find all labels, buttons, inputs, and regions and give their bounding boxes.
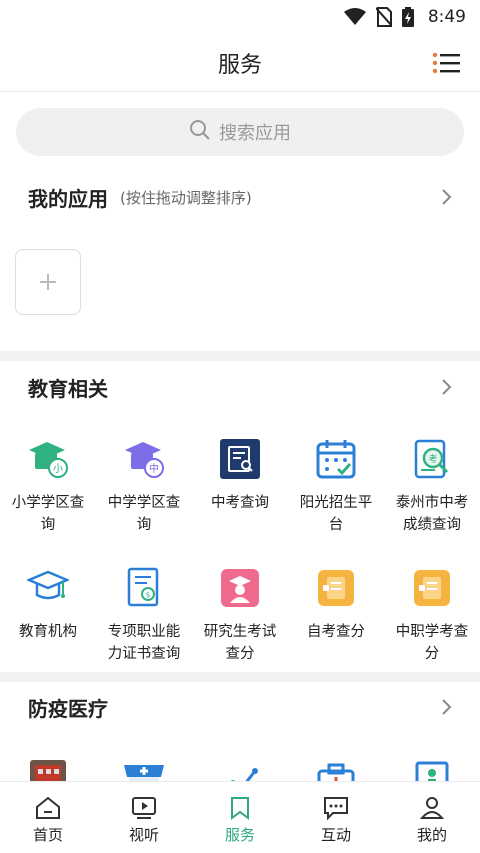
user-icon (419, 797, 445, 819)
chevron-right-icon (442, 379, 452, 395)
graduation-cap-icon (27, 567, 69, 609)
app-label: 小学学区查询 (11, 495, 85, 533)
school-district-primary-icon: 小 (27, 438, 69, 480)
status-bar: 8:49 (0, 0, 480, 34)
chevron-right-icon (442, 189, 452, 205)
app-sunshine-enroll[interactable]: 阳光招生平台 (288, 438, 384, 536)
video-icon (132, 797, 156, 819)
app-exam-query[interactable]: 中考查询 (192, 438, 288, 536)
svg-text:中: 中 (149, 462, 159, 475)
search-input[interactable]: 搜索应用 (16, 108, 464, 156)
svg-text:考: 考 (428, 454, 437, 465)
education-row-1: 小 小学学区查询 中 中学学区查询 中考查询 阳光招生平台 考 泰州市中考成绩查… (0, 438, 480, 536)
app-label: 中考查询 (211, 495, 269, 511)
bookmark-icon (231, 797, 249, 820)
home-icon (36, 796, 60, 819)
app-label: 自考查分 (307, 624, 365, 640)
tab-label: 首页 (32, 826, 63, 844)
app-label: 中学学区查询 (107, 495, 181, 533)
education-header[interactable]: 教育相关 (0, 367, 480, 407)
section-divider (0, 351, 480, 361)
app-vocational-exam-score[interactable]: 中职学考查分 (384, 567, 480, 665)
list-menu-icon (432, 52, 460, 74)
app-self-exam-score[interactable]: 自考查分 (288, 567, 384, 665)
chat-icon (324, 797, 348, 820)
tab-profile[interactable]: 我的 (384, 782, 480, 853)
epidemic-header[interactable]: 防疫医疗 (0, 687, 480, 727)
tab-video[interactable]: 视听 (96, 782, 192, 853)
my-apps-header[interactable]: 我的应用 (按住拖动调整排序) (0, 177, 480, 217)
app-label: 研究生考试查分 (203, 624, 277, 662)
app-label: 泰州市中考成绩查询 (395, 495, 469, 533)
clock: 8:49 (427, 7, 466, 27)
exam-query-icon (219, 438, 261, 480)
education-title: 教育相关 (28, 376, 108, 401)
education-row-2: 教育机构 $ 专项职业能力证书查询 研究生考试查分 自考查分 中职学考查分 (0, 567, 480, 665)
svg-text:小: 小 (53, 463, 63, 475)
page-title: 服务 (217, 52, 262, 78)
app-label: 教育机构 (19, 624, 77, 640)
tab-label: 我的 (416, 826, 447, 844)
my-apps-hint: (按住拖动调整排序) (120, 188, 252, 207)
score-query-icon: 考 (411, 438, 453, 480)
app-taizhou-score[interactable]: 考 泰州市中考成绩查询 (384, 438, 480, 536)
tab-interact[interactable]: 互动 (288, 782, 384, 853)
tab-label: 服务 (224, 826, 255, 844)
postgraduate-icon (219, 567, 261, 609)
chevron-right-icon (442, 699, 452, 715)
tab-label: 互动 (320, 826, 351, 844)
battery-charging-icon (401, 7, 414, 27)
app-vocational-certificate[interactable]: $ 专项职业能力证书查询 (96, 567, 192, 665)
app-primary-school-district[interactable]: 小 小学学区查询 (0, 438, 96, 536)
svg-text:$: $ (146, 591, 150, 599)
bottom-tab-bar: 首页 视听 服务 互动 我的 (0, 781, 480, 853)
no-sim-icon (375, 7, 392, 27)
section-divider (0, 672, 480, 682)
app-header: 服务 (0, 34, 480, 92)
my-apps-title: 我的应用 (28, 186, 108, 211)
vocational-exam-icon (411, 567, 453, 609)
app-label: 中职学考查分 (395, 624, 469, 662)
search-icon (189, 119, 211, 146)
app-label: 专项职业能力证书查询 (107, 624, 181, 662)
certificate-icon: $ (123, 567, 165, 609)
app-middle-school-district[interactable]: 中 中学学区查询 (96, 438, 192, 536)
tab-services[interactable]: 服务 (192, 782, 288, 853)
app-education-institution[interactable]: 教育机构 (0, 567, 96, 665)
tab-label: 视听 (128, 826, 159, 844)
search-placeholder: 搜索应用 (219, 123, 291, 144)
epidemic-title: 防疫医疗 (28, 696, 108, 721)
calendar-enroll-icon (315, 438, 357, 480)
tab-home[interactable]: 首页 (0, 782, 96, 853)
app-postgraduate-score[interactable]: 研究生考试查分 (192, 567, 288, 665)
app-label: 阳光招生平台 (299, 495, 373, 533)
wifi-icon (343, 8, 366, 26)
plus-icon (40, 274, 56, 290)
menu-list-button[interactable] (432, 51, 460, 75)
add-app-button[interactable] (15, 249, 81, 315)
self-exam-icon (315, 567, 357, 609)
school-district-middle-icon: 中 (123, 438, 165, 480)
